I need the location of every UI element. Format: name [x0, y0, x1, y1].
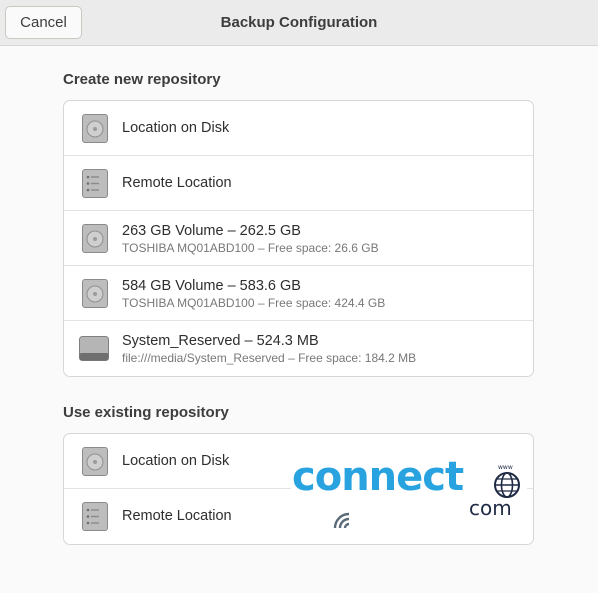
create-repository-list: Location on Disk Remote Location 263 GB …	[63, 100, 534, 377]
row-subtitle: file:///media/System_Reserved – Free spa…	[122, 351, 417, 365]
row-title: Remote Location	[122, 508, 232, 524]
row-title: 584 GB Volume – 583.6 GB	[122, 278, 301, 294]
watermark-domain-text: com	[469, 496, 512, 520]
header-bar: Cancel Backup Configuration	[0, 0, 598, 46]
row-title: 263 GB Volume – 262.5 GB	[122, 223, 301, 239]
create-location-on-disk-row[interactable]: Location on Disk	[64, 101, 533, 156]
dialog-title: Backup Configuration	[220, 14, 378, 31]
drive-harddisk-icon	[82, 224, 108, 253]
existing-section-heading: Use existing repository	[63, 404, 229, 421]
create-584gb-volume-row[interactable]: 584 GB Volume – 583.6 GB TOSHIBA MQ01ABD…	[64, 266, 533, 321]
row-subtitle: TOSHIBA MQ01ABD100 – Free space: 424.4 G…	[122, 296, 386, 310]
create-263gb-volume-row[interactable]: 263 GB Volume – 262.5 GB TOSHIBA MQ01ABD…	[64, 211, 533, 266]
watermark-brand-text: connect	[292, 454, 464, 500]
create-remote-location-row[interactable]: Remote Location	[64, 156, 533, 211]
globe-icon	[494, 472, 520, 498]
create-section-heading: Create new repository	[63, 71, 221, 88]
drive-removable-icon	[79, 336, 109, 361]
watermark-www-text: www	[498, 464, 513, 471]
row-subtitle: TOSHIBA MQ01ABD100 – Free space: 26.6 GB	[122, 241, 379, 255]
drive-harddisk-icon	[82, 279, 108, 308]
network-server-icon	[82, 169, 108, 198]
row-title: Location on Disk	[122, 120, 230, 136]
drive-harddisk-icon	[82, 114, 108, 143]
row-title: Remote Location	[122, 175, 232, 191]
connect-watermark-logo: connect www com	[291, 454, 527, 532]
create-system-reserved-row[interactable]: System_Reserved – 524.3 MB file:///media…	[64, 321, 533, 376]
wifi-signal-icon	[333, 512, 350, 529]
row-title: Location on Disk	[122, 453, 230, 469]
drive-harddisk-icon	[82, 447, 108, 476]
row-title: System_Reserved – 524.3 MB	[122, 333, 319, 349]
network-server-icon	[82, 502, 108, 531]
